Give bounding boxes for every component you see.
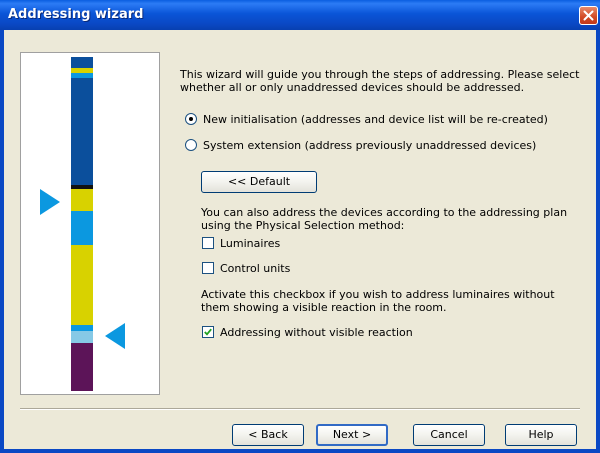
help-button[interactable]: Help	[505, 424, 577, 446]
system-extension-label[interactable]: System extension (address previously una…	[203, 139, 536, 152]
window-title: Addressing wizard	[8, 7, 144, 22]
graphic-segment	[71, 78, 93, 185]
checkbox-box[interactable]	[202, 237, 214, 249]
graphic-segment	[71, 245, 93, 325]
radio-dot	[189, 117, 193, 121]
next-button[interactable]: Next >	[316, 424, 388, 446]
step-arrow-left-icon	[105, 323, 125, 349]
window-frame-right	[596, 30, 600, 453]
footer-separator	[20, 408, 580, 410]
visible-text-line1: Activate this checkbox if you wish to ad…	[201, 288, 555, 301]
physical-text-line1: You can also address the devices accordi…	[201, 206, 568, 219]
close-button[interactable]	[579, 6, 598, 25]
graphic-segment	[71, 343, 93, 391]
default-button[interactable]: << Default	[201, 171, 317, 193]
addressing-without-visible-reaction-label[interactable]: Addressing without visible reaction	[220, 326, 413, 339]
window-frame-left	[0, 30, 4, 453]
checkbox-box[interactable]	[202, 262, 214, 274]
wizard-window: Addressing wizard This wizard will guide…	[0, 0, 600, 453]
title-bar[interactable]: Addressing wizard	[0, 0, 600, 30]
intro-text-line2: whether all or only unaddressed devices …	[180, 81, 525, 94]
physical-text-line2: using the Physical Selection method:	[201, 219, 405, 232]
graphic-segment	[71, 331, 93, 343]
step-arrow-right-icon	[40, 189, 60, 215]
control-units-label[interactable]: Control units	[220, 262, 290, 275]
back-button[interactable]: < Back	[232, 424, 304, 446]
window-frame-bottom	[0, 449, 600, 453]
radio-button[interactable]	[185, 139, 197, 151]
checkbox-box[interactable]	[202, 326, 214, 338]
graphic-segment	[71, 57, 93, 68]
intro-text-line1: This wizard will guide you through the s…	[180, 68, 580, 81]
wizard-graphic	[20, 52, 160, 395]
luminaires-label[interactable]: Luminaires	[220, 237, 280, 250]
graphic-segment	[71, 193, 93, 211]
radio-button[interactable]	[185, 113, 197, 125]
graphic-segment	[71, 211, 93, 245]
visible-text-line2: them showing a visible reaction in the r…	[201, 301, 447, 314]
cancel-button[interactable]: Cancel	[413, 424, 485, 446]
new-initialisation-label[interactable]: New initialisation (addresses and device…	[203, 113, 548, 126]
